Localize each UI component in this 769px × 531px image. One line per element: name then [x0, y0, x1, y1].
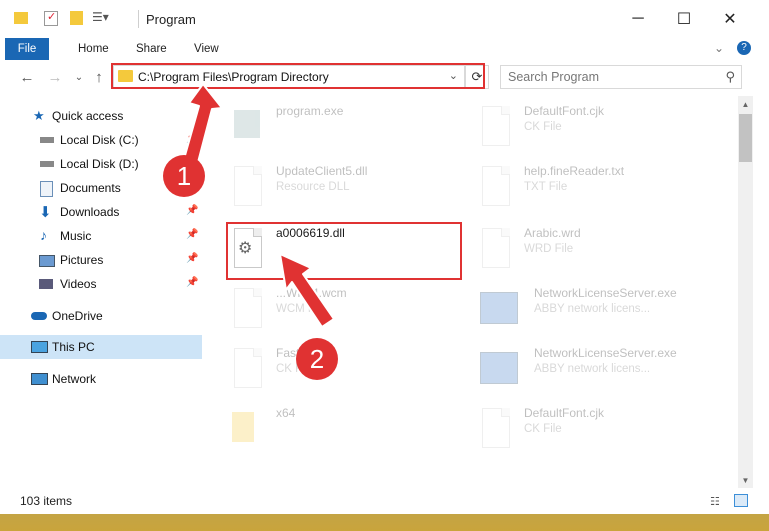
step-2-badge: 2: [296, 338, 338, 380]
arrow-2: [279, 253, 335, 328]
explorer-window: ✓ ☰▾ Program ─ ☐ ✕ File Home Share View …: [0, 0, 769, 514]
annotation-arrows: [181, 83, 335, 328]
step-1-badge: 1: [163, 155, 205, 197]
